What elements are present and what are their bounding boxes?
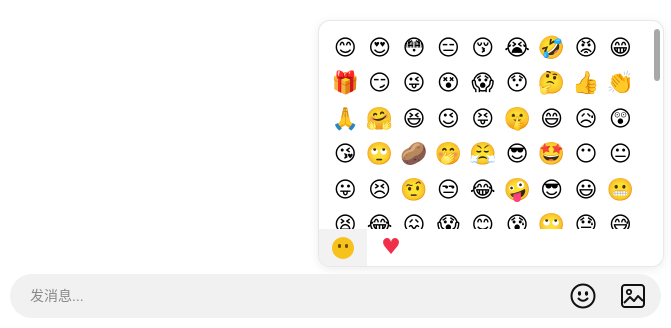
face-icon: [332, 236, 354, 259]
emoji-item[interactable]: 😵: [431, 67, 465, 103]
scrollbar-thumb[interactable]: [654, 29, 660, 81]
emoji-item[interactable]: 😐: [603, 138, 637, 174]
emoji-button[interactable]: [570, 283, 596, 309]
emoji-item[interactable]: 🥔: [397, 138, 431, 174]
emoji-item[interactable]: 🤩: [534, 138, 568, 174]
emoji-item[interactable]: 😒: [431, 173, 465, 209]
emoji-item[interactable]: 😰: [500, 209, 534, 231]
emoji-item[interactable]: 😳: [397, 31, 431, 67]
image-icon: [621, 284, 645, 308]
emoji-item[interactable]: 😛: [328, 173, 362, 209]
emoji-item[interactable]: 🙏: [328, 102, 362, 138]
emoji-item[interactable]: 🤪: [500, 173, 534, 209]
emoji-item[interactable]: 😎: [500, 138, 534, 174]
emoji-item[interactable]: 😲: [603, 102, 637, 138]
emoji-scroll-area[interactable]: 😊 😍 😳 😑 😚 😭 🤣 😡 😁 🎁 😏 😜 😵 😱 😯 🤔 👍 👏 🙏 🤗 😆 😉 😝 🤫 😄 😥 😲 😘 🙄 🥔 🤭 😤 😎 🤩 😶 😐 😛 😣 🤨 😒…: [319, 21, 663, 231]
emoji-item[interactable]: 😝: [466, 102, 500, 138]
heart-icon: ♥: [381, 234, 401, 260]
smiley-icon: [570, 283, 596, 309]
emoji-item[interactable]: 👏: [603, 67, 637, 103]
emoji-item[interactable]: 😃: [569, 173, 603, 209]
emoji-item[interactable]: 😏: [362, 67, 396, 103]
emoji-item[interactable]: 😎: [534, 173, 568, 209]
emoji-item[interactable]: 😱: [431, 209, 465, 231]
emoji-item[interactable]: 🤔: [534, 67, 568, 103]
emoji-tabs: ♥: [319, 229, 663, 266]
emoji-item[interactable]: 😥: [569, 102, 603, 138]
emoji-item[interactable]: 😁: [603, 31, 637, 67]
emoji-item[interactable]: 😄: [534, 102, 568, 138]
emoji-item[interactable]: 😂: [362, 209, 396, 231]
emoji-item[interactable]: 😊: [466, 209, 500, 231]
emoji-item[interactable]: 🙄: [534, 209, 568, 231]
emoji-item[interactable]: 🤗: [362, 102, 396, 138]
emoji-item[interactable]: 😬: [603, 173, 637, 209]
emoji-item[interactable]: 🎁: [328, 67, 362, 103]
emoji-item[interactable]: 👍: [569, 67, 603, 103]
emoji-item[interactable]: 🤫: [500, 102, 534, 138]
emoji-item[interactable]: 😘: [328, 138, 362, 174]
tab-emoji-faces[interactable]: [319, 229, 367, 266]
emoji-item[interactable]: 😜: [397, 67, 431, 103]
emoji-item[interactable]: 😆: [397, 102, 431, 138]
tab-favorites[interactable]: ♥: [367, 229, 415, 266]
emoji-item[interactable]: 😓: [569, 209, 603, 231]
emoji-item[interactable]: 😤: [466, 138, 500, 174]
image-button[interactable]: [620, 283, 646, 309]
emoji-item[interactable]: 😂: [466, 173, 500, 209]
emoji-item[interactable]: 🤣: [534, 31, 568, 67]
emoji-item[interactable]: 😯: [500, 67, 534, 103]
emoji-item[interactable]: 😶: [569, 138, 603, 174]
emoji-item[interactable]: 😉: [431, 102, 465, 138]
emoji-item[interactable]: 😣: [362, 173, 396, 209]
emoji-item[interactable]: 😑: [431, 31, 465, 67]
emoji-item[interactable]: 😭: [500, 31, 534, 67]
emoji-picker: 😊 😍 😳 😑 😚 😭 🤣 😡 😁 🎁 😏 😜 😵 😱 😯 🤔 👍 👏 🙏 🤗 😆 😉 😝 🤫 😄 😥 😲 😘 🙄 🥔 🤭 😤 😎 🤩 😶 😐 😛 😣 🤨 😒…: [318, 20, 664, 267]
emoji-grid: 😊 😍 😳 😑 😚 😭 🤣 😡 😁 🎁 😏 😜 😵 😱 😯 🤔 👍 👏 🙏 🤗 😆 😉 😝 🤫 😄 😥 😲 😘 🙄 🥔 🤭 😤 😎 🤩 😶 😐 😛 😣 🤨 😒…: [328, 31, 638, 231]
emoji-item[interactable]: 😖: [397, 209, 431, 231]
message-bar: [10, 274, 661, 318]
emoji-item[interactable]: 😫: [328, 209, 362, 231]
scrollbar[interactable]: [654, 27, 660, 225]
emoji-item[interactable]: 😅: [603, 209, 637, 231]
emoji-item[interactable]: 🤭: [431, 138, 465, 174]
message-input[interactable]: [30, 274, 550, 318]
emoji-item[interactable]: 😱: [466, 67, 500, 103]
emoji-item[interactable]: 😍: [362, 31, 396, 67]
emoji-item[interactable]: 🤨: [397, 173, 431, 209]
emoji-item[interactable]: 😚: [466, 31, 500, 67]
emoji-item[interactable]: 😡: [569, 31, 603, 67]
emoji-item[interactable]: 🙄: [362, 138, 396, 174]
emoji-item[interactable]: 😊: [328, 31, 362, 67]
